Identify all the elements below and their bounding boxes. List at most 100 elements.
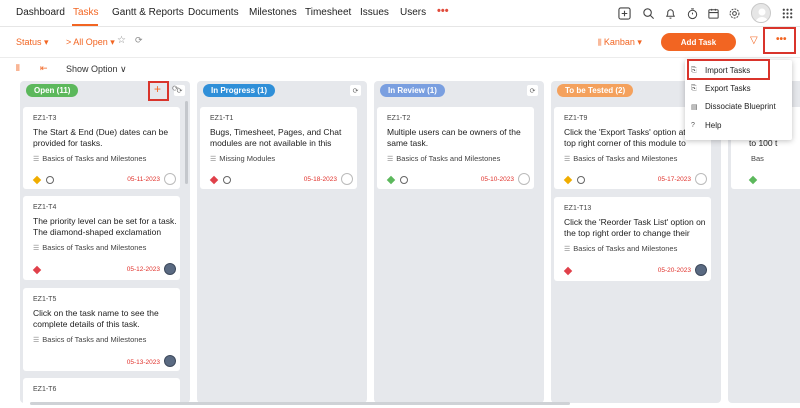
- task-due-date: 05-18-2023: [303, 176, 337, 183]
- help-icon: ?: [691, 122, 695, 129]
- menu-item-help[interactable]: ? Help: [691, 121, 721, 130]
- menu-item-export-tasks[interactable]: ⎘ Export Tasks: [691, 84, 751, 93]
- add-icon[interactable]: [617, 6, 631, 20]
- tab-issues[interactable]: Issues: [360, 7, 389, 18]
- milestone-icon: ☰: [564, 156, 571, 163]
- milestone-icon: ☰: [210, 156, 217, 163]
- task-due-date: 05-12-2023: [126, 266, 160, 273]
- task-id: EZ1-T2: [387, 115, 411, 122]
- tab-milestones[interactable]: Milestones: [249, 7, 297, 18]
- status-filter-dropdown[interactable]: Status ▾: [16, 37, 49, 48]
- priority-diamond-icon: [386, 175, 396, 185]
- more-tabs-button[interactable]: •••: [437, 5, 449, 17]
- task-milestone: ☰ Basics of Tasks and Milestones: [33, 154, 146, 163]
- assignee-avatar[interactable]: [695, 264, 707, 276]
- task-card[interactable]: EZ1-T2 Multiple users can be owners of t…: [377, 107, 534, 189]
- task-milestone-label: Basics of Tasks and Milestones: [573, 154, 678, 163]
- column-header-to-be-tested: To be Tested (2): [557, 84, 634, 97]
- task-milestone: ☰ Basics of Tasks and Milestones: [33, 335, 146, 344]
- add-task-button[interactable]: Add Task: [661, 33, 736, 51]
- app-grid-icon[interactable]: [780, 6, 794, 20]
- search-icon[interactable]: [641, 6, 655, 20]
- assignee-avatar[interactable]: [518, 173, 530, 185]
- task-card[interactable]: EZ1-T1 Bugs, Timesheet, Pages, and Chat …: [200, 107, 357, 189]
- task-id: EZ1-T13: [564, 205, 592, 212]
- tab-tasks[interactable]: Tasks: [73, 7, 99, 18]
- highlight-import-tasks: [687, 59, 770, 80]
- assignee-avatar[interactable]: [164, 173, 176, 185]
- board-horizontal-scrollbar[interactable]: [30, 402, 570, 405]
- clock-icon: [46, 176, 54, 184]
- priority-diamond-icon: [563, 175, 573, 185]
- milestone-icon: ☰: [33, 245, 40, 252]
- task-milestone: ☰ Basics of Tasks and Milestones: [387, 154, 500, 163]
- task-title[interactable]: Click the 'Reorder Task List' option on …: [564, 217, 709, 239]
- settings-gear-icon[interactable]: [727, 6, 741, 20]
- show-option-dropdown[interactable]: Show Option ∨: [66, 64, 127, 75]
- filter-icon[interactable]: ▽: [750, 35, 758, 46]
- task-due-date: 05-17-2023: [657, 176, 691, 183]
- layout-view-dropdown[interactable]: ⫼ Kanban ▾: [598, 37, 642, 48]
- expand-columns-icon[interactable]: ⇤: [40, 63, 48, 74]
- clock-icon: [577, 176, 585, 184]
- refresh-icon[interactable]: ⟳: [135, 35, 143, 46]
- column-refresh-icon[interactable]: ⟳: [350, 85, 361, 96]
- assignee-avatar[interactable]: [695, 173, 707, 185]
- milestone-icon: ☰: [387, 156, 394, 163]
- task-milestone-label: Basics of Tasks and Milestones: [42, 154, 147, 163]
- task-milestone-label: Missing Modules: [219, 154, 276, 163]
- all-open-view-dropdown[interactable]: > All Open ▾: [66, 37, 115, 48]
- task-milestone: Bas: [751, 154, 764, 163]
- more-options-button[interactable]: •••: [776, 34, 787, 45]
- task-id: EZ1-T5: [33, 296, 57, 303]
- task-card[interactable]: EZ1-T13 Click the 'Reorder Task List' op…: [554, 197, 711, 281]
- task-milestone-label: Basics of Tasks and Milestones: [42, 243, 147, 252]
- menu-item-label: Help: [705, 121, 722, 130]
- priority-diamond-icon: [748, 175, 758, 185]
- task-title[interactable]: The Start & End (Due) dates can be provi…: [33, 127, 178, 149]
- task-milestone-label: Bas: [751, 154, 764, 163]
- calendar-icon[interactable]: [706, 6, 720, 20]
- user-avatar[interactable]: [751, 3, 771, 23]
- menu-item-dissociate-blueprint[interactable]: ▤ Dissociate Blueprint: [691, 102, 776, 111]
- column-refresh-icon[interactable]: ⟳: [527, 85, 538, 96]
- tab-documents[interactable]: Documents: [188, 7, 239, 18]
- task-milestone-label: Basics of Tasks and Milestones: [573, 244, 678, 253]
- task-id: EZ1-T1: [210, 115, 234, 122]
- kanban-column-in-review: In Review (1) ⟳ EZ1-T2 Multiple users ca…: [374, 81, 544, 403]
- layout-view-label: Kanban ▾: [603, 37, 642, 47]
- column-scrollbar[interactable]: [185, 101, 188, 184]
- notification-bell-icon[interactable]: [663, 6, 677, 20]
- tab-gantt-reports[interactable]: Gantt & Reports: [112, 7, 184, 18]
- export-icon: ⎘: [691, 84, 697, 92]
- tab-users[interactable]: Users: [400, 7, 426, 18]
- task-card[interactable]: EZ1-T4 The priority level can be set for…: [23, 196, 180, 280]
- column-header-in-review: In Review (1): [380, 84, 445, 97]
- assignee-avatar[interactable]: [341, 173, 353, 185]
- tab-timesheet[interactable]: Timesheet: [305, 7, 351, 18]
- milestone-icon: ☰: [33, 156, 40, 163]
- task-title[interactable]: Click on the task name to see the comple…: [33, 308, 178, 330]
- task-title[interactable]: The priority level can be set for a task…: [33, 216, 178, 238]
- blueprint-icon: ▤: [691, 103, 698, 111]
- timer-icon[interactable]: [685, 6, 699, 20]
- favorite-star-icon[interactable]: ☆: [117, 35, 126, 46]
- task-title[interactable]: Bugs, Timesheet, Pages, and Chat modules…: [210, 127, 355, 149]
- task-card[interactable]: EZ1-T5 Click on the task name to see the…: [23, 288, 180, 371]
- task-milestone: ☰ Basics of Tasks and Milestones: [564, 154, 677, 163]
- view-toolbar: Status ▾ > All Open ▾ ☆ ⟳ ⫼ Kanban ▾ Add…: [0, 28, 800, 58]
- column-header-in-progress: In Progress (1): [203, 84, 276, 97]
- assignee-avatar[interactable]: [164, 355, 176, 367]
- tab-dashboard[interactable]: Dashboard: [16, 7, 65, 18]
- add-task-in-column-icon[interactable]: +: [154, 82, 161, 96]
- task-id: EZ1-T4: [33, 204, 57, 211]
- task-title[interactable]: Multiple users can be owners of the same…: [387, 127, 532, 149]
- column-refresh-icon[interactable]: ⟳: [172, 84, 179, 93]
- assignee-avatar[interactable]: [164, 263, 176, 275]
- task-card[interactable]: EZ1-T3 The Start & End (Due) dates can b…: [23, 107, 180, 189]
- clock-icon: [400, 176, 408, 184]
- collapse-columns-icon[interactable]: ⫴: [16, 63, 20, 74]
- task-id: EZ1-T9: [564, 115, 588, 122]
- task-due-date: 05-13-2023: [126, 359, 160, 366]
- priority-diamond-icon: [32, 175, 42, 185]
